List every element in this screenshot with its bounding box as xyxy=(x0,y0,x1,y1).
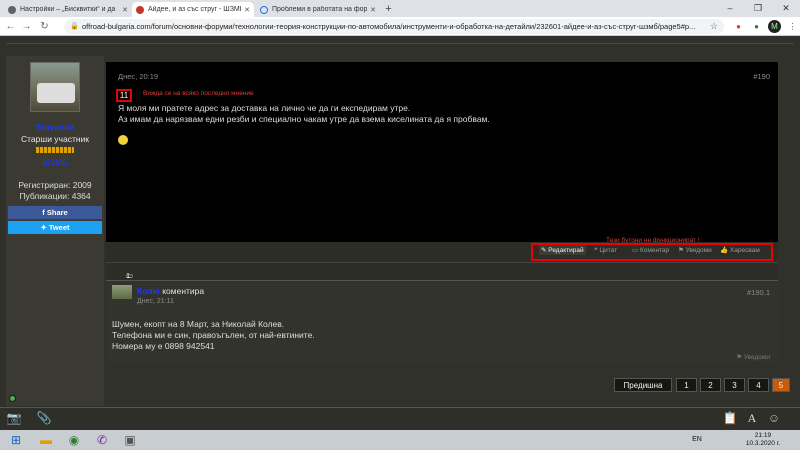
close-icon[interactable]: ✕ xyxy=(244,6,250,14)
pagination-page[interactable]: 3 xyxy=(724,378,745,392)
flag-icon: ⚑ xyxy=(678,247,686,254)
extension-icon[interactable]: ● xyxy=(732,20,745,33)
menu-dots-icon[interactable]: ⋮ xyxy=(786,20,799,33)
comment-button[interactable]: ▭ Коментар xyxy=(632,246,669,254)
post-text: Я моля ми пратете адрес за доставка на л… xyxy=(118,103,490,124)
post-number-link[interactable]: #190 xyxy=(753,72,770,81)
comment-number-link[interactable]: #190.1 xyxy=(747,288,770,297)
forum-page: Stoyanov Старши участник ШЗМБ Регистрира… xyxy=(0,36,800,430)
thumbs-up-icon: 👍 xyxy=(720,247,730,254)
pagination-page[interactable]: 1 xyxy=(676,378,697,392)
edit-button[interactable]: ✎ Редактирай xyxy=(539,245,586,255)
comment-verb: коментира xyxy=(162,286,205,296)
divider xyxy=(6,40,794,44)
minimize-icon[interactable]: – xyxy=(716,0,744,17)
reputation-bar xyxy=(36,147,74,153)
post-actions-bar: ✎ Редактирай ❝ Цитат ▭ Коментар ⚑ Уведом… xyxy=(106,242,778,262)
browser-tab-strip: Настройки – „Бисквитки“ и да ✕ Айдее, и … xyxy=(0,0,800,17)
loading-spinner-icon xyxy=(260,5,268,14)
comments-header[interactable]: ▭ 1 коментар xyxy=(106,262,778,289)
like-button[interactable]: 👍 Харесвам xyxy=(720,246,760,254)
quote-count-badge[interactable]: 11 xyxy=(116,89,132,102)
system-clock[interactable]: 21:19 10.3.2020 г. xyxy=(746,432,780,448)
quote-button[interactable]: ❝ Цитат xyxy=(594,246,617,254)
car-photo xyxy=(37,83,75,103)
extension-icon[interactable]: ● xyxy=(750,20,763,33)
comment-item: Колю коментира Днес, 21:11 #190.1 Шумен,… xyxy=(106,280,778,362)
lock-icon: 🔒 xyxy=(70,23,79,30)
camera-icon[interactable]: 📷 xyxy=(6,411,22,427)
profile-avatar[interactable]: M xyxy=(768,20,781,33)
comment-text: Шумен, екопт на 8 Март, за Николай Колев… xyxy=(112,319,315,351)
author-group-badge[interactable]: ШЗМБ xyxy=(6,157,104,167)
viber-icon[interactable]: ✆ xyxy=(90,431,114,449)
smiley-icon xyxy=(118,135,128,145)
windows-start-icon[interactable]: ⊞ xyxy=(4,431,28,449)
comment-date: Днес, 21:11 xyxy=(137,298,174,305)
tab-current-thread[interactable]: Айдее, и аз със струг - ШЗМБ ✕ xyxy=(132,2,254,17)
url-text: offroad-bulgaria.com/forum/основни-форум… xyxy=(82,22,696,31)
new-tab-button[interactable]: + xyxy=(382,3,395,16)
maximize-icon[interactable]: ❐ xyxy=(744,0,772,17)
comment-icon: ▭ xyxy=(632,247,640,254)
file-explorer-icon[interactable]: ▬ xyxy=(34,431,58,449)
online-status-icon xyxy=(9,395,16,402)
reload-icon[interactable]: ↻ xyxy=(38,20,51,33)
avatar[interactable] xyxy=(112,285,132,299)
address-toolbar: ← → ↻ 🔒 offroad-bulgaria.com/forum/основ… xyxy=(0,17,800,36)
pagination-prev-button[interactable]: Предишна xyxy=(614,378,672,392)
language-indicator[interactable]: EN xyxy=(682,431,712,449)
annotation-note: Вижда се на всяко последно мнение xyxy=(143,90,254,97)
close-icon[interactable]: ✕ xyxy=(370,6,376,14)
author-post-count: Публикации: 4364 xyxy=(19,191,91,201)
attachment-icon[interactable]: 📎 xyxy=(36,411,52,427)
bookmark-star-icon[interactable]: ☆ xyxy=(710,19,718,34)
close-icon[interactable]: ✕ xyxy=(122,6,128,14)
url-bar[interactable]: 🔒 offroad-bulgaria.com/forum/основни-фор… xyxy=(64,19,724,34)
comment-username[interactable]: Колю xyxy=(137,286,160,296)
editor-toolbar: 📷 📎 📋 A ☺ xyxy=(0,407,800,430)
post-date: Днес, 20:19 xyxy=(118,72,159,81)
pagination-page[interactable]: 2 xyxy=(700,378,721,392)
facebook-share-button[interactable]: f Share xyxy=(8,206,102,219)
photo-app-icon[interactable]: ▣ xyxy=(118,431,142,449)
author-registered: Регистриран: 2009 xyxy=(18,180,92,190)
emoji-icon[interactable]: ☺ xyxy=(766,411,782,427)
comment-report-button[interactable]: ⚑ Уведоми xyxy=(736,353,770,361)
text-format-icon[interactable]: A xyxy=(744,411,760,427)
gear-icon xyxy=(8,5,16,14)
os-taskbar: ⊞ ▬ ◉ ✆ ▣ EN 21:19 10.3.2020 г. xyxy=(0,430,800,450)
author-sidebar: Stoyanov Старши участник ШЗМБ Регистрира… xyxy=(6,56,104,406)
twitter-tweet-button[interactable]: ✦ Tweet xyxy=(8,221,102,234)
flag-icon: ⚑ xyxy=(736,354,744,361)
twitter-icon: ✦ xyxy=(40,223,49,232)
back-icon[interactable]: ← xyxy=(4,20,17,33)
report-button[interactable]: ⚑ Уведоми xyxy=(678,246,712,254)
tab-settings-cookies[interactable]: Настройки – „Бисквитки“ и да ✕ xyxy=(4,2,132,17)
avatar[interactable] xyxy=(30,62,80,112)
author-rank: Старши участник xyxy=(20,134,90,144)
post-body: Днес, 20:19 #190 11 Вижда се на всяко по… xyxy=(106,62,778,287)
forum-favicon-icon xyxy=(136,5,144,14)
author-username[interactable]: Stoyanov xyxy=(6,122,104,132)
paste-icon[interactable]: 📋 xyxy=(722,411,738,427)
pagination-page[interactable]: 4 xyxy=(748,378,769,392)
tab-forum-problems[interactable]: Проблеми в работата на форум ✕ xyxy=(256,2,380,17)
close-window-icon[interactable]: ✕ xyxy=(772,0,800,17)
chrome-icon[interactable]: ◉ xyxy=(62,431,86,449)
forward-icon[interactable]: → xyxy=(20,20,33,33)
pagination-page-current[interactable]: 5 xyxy=(772,378,790,392)
